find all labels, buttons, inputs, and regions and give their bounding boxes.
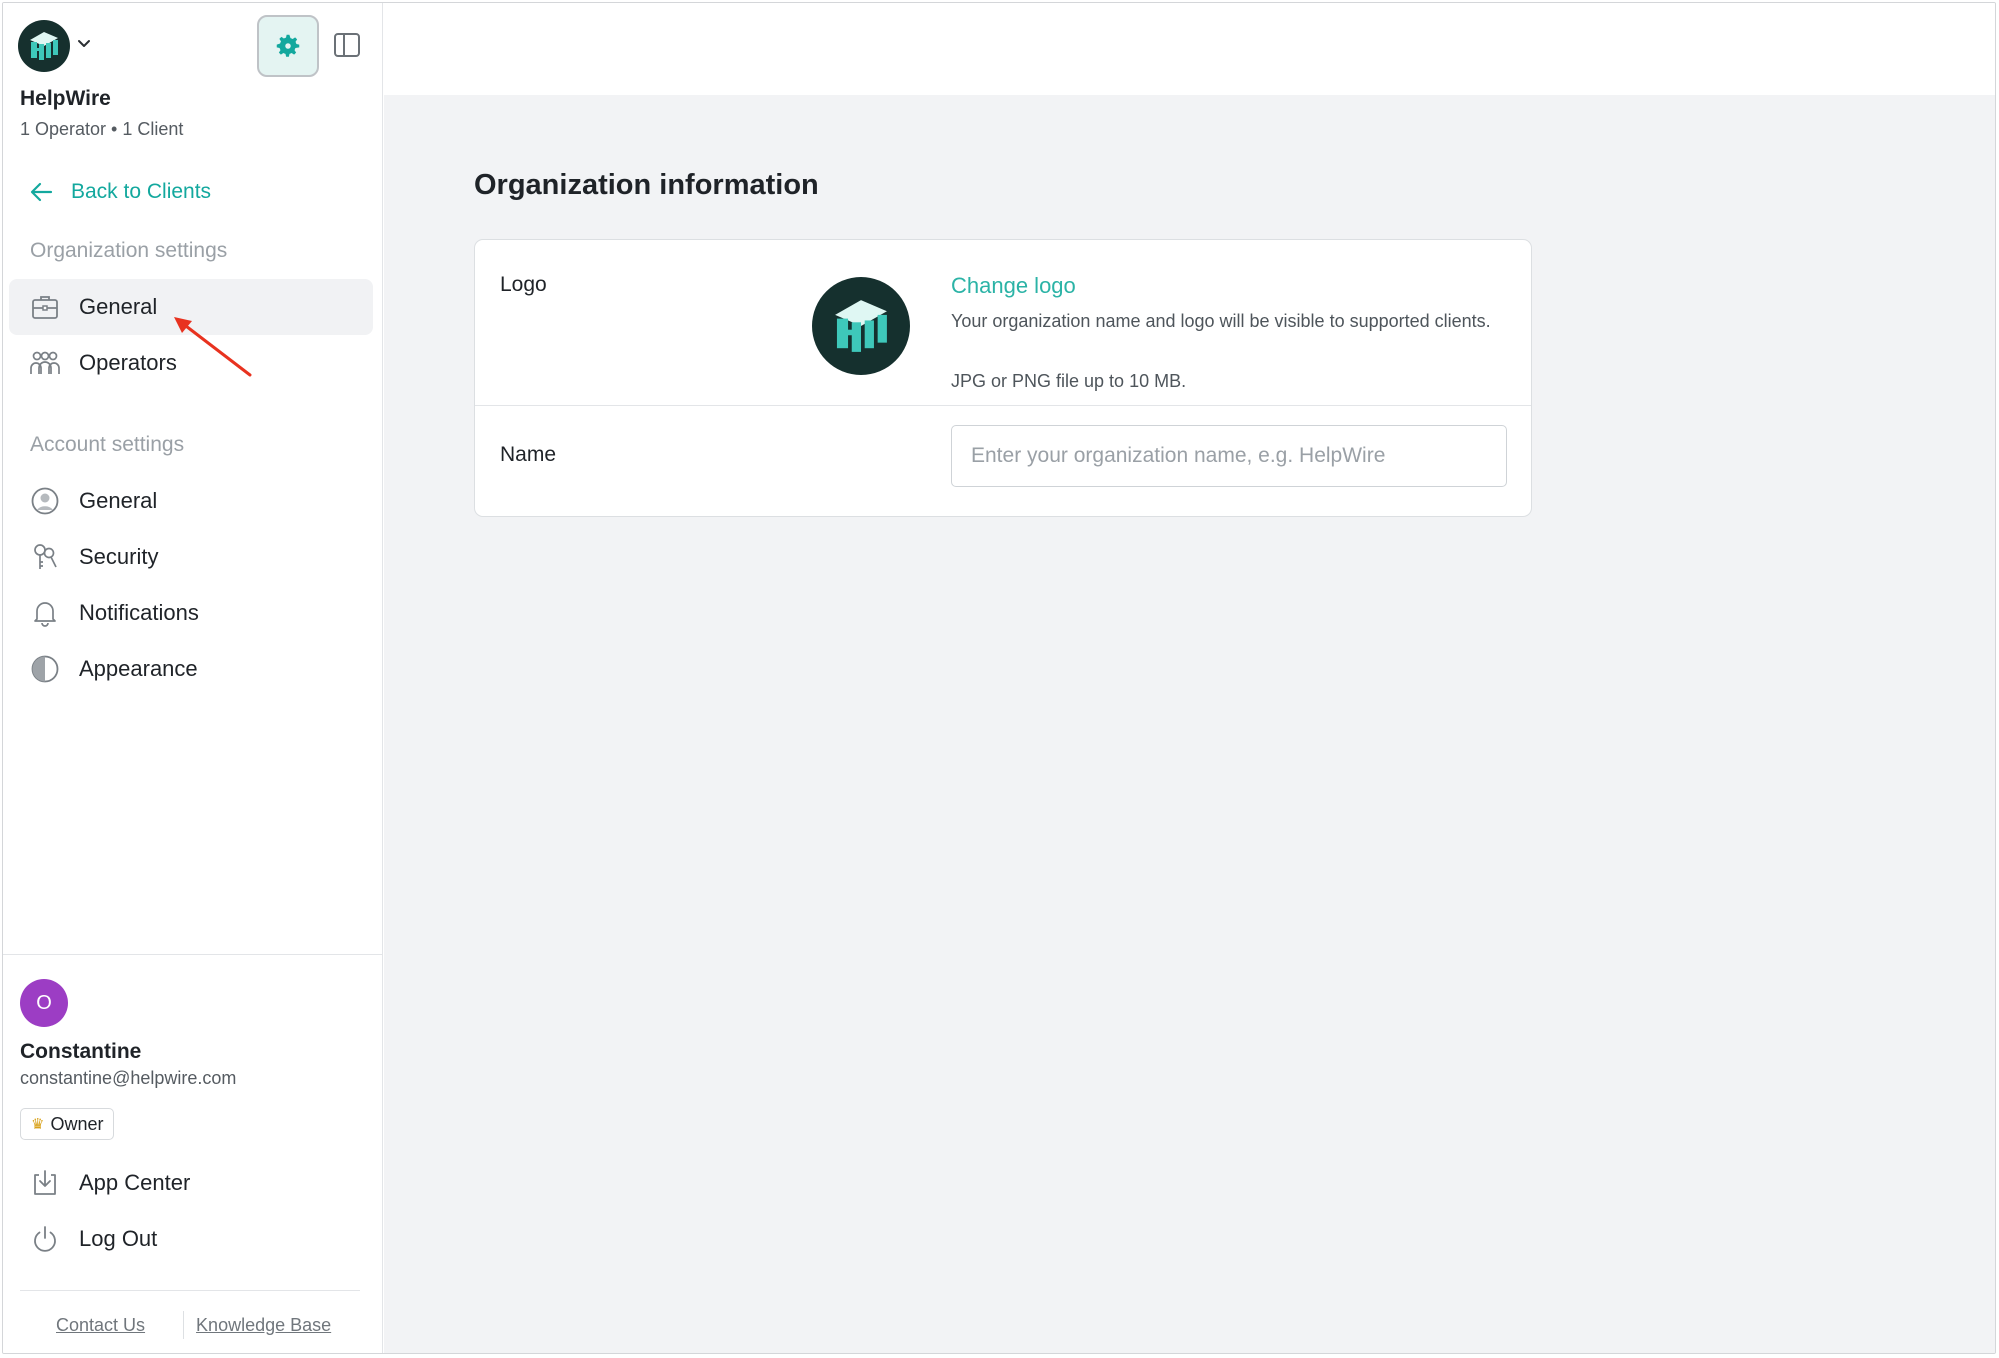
chevron-down-icon[interactable]: [75, 35, 93, 53]
download-icon: [29, 1167, 61, 1199]
users-icon: [29, 347, 61, 379]
page-title: Organization information: [474, 169, 819, 201]
org-settings-heading: Organization settings: [30, 239, 228, 262]
sidebar: HelpWire 1 Operator • 1 Client Back to C…: [3, 3, 383, 1353]
footer-links: Contact Us Knowledge Base: [3, 1311, 383, 1339]
user-name: Constantine: [20, 1040, 142, 1063]
back-link-label: Back to Clients: [71, 180, 212, 203]
nav-account-notifications[interactable]: Notifications: [9, 585, 373, 641]
org-meta: 1 Operator • 1 Client: [20, 119, 184, 139]
keys-icon: [29, 541, 61, 573]
annotation-arrow-icon: [174, 317, 252, 377]
change-logo-link[interactable]: Change logo: [951, 273, 1076, 299]
main-content: Organization information Logo Change log…: [384, 95, 1995, 1353]
briefcase-icon: [29, 291, 61, 323]
nav-account-appearance[interactable]: Appearance: [9, 641, 373, 697]
contact-us-link[interactable]: Contact Us: [56, 1315, 145, 1336]
role-badge: ♛ Owner: [20, 1108, 115, 1140]
gear-icon: [276, 34, 300, 57]
knowledge-base-link[interactable]: Knowledge Base: [196, 1315, 331, 1336]
app-center-link[interactable]: App Center: [29, 1167, 190, 1199]
sidebar-user-section: O Constantine constantine@helpwire.com ♛…: [3, 954, 383, 1353]
row-divider: [475, 405, 1531, 406]
helpwire-logo-icon: [30, 32, 58, 60]
top-bar: [384, 3, 1995, 95]
avatar[interactable]: O: [20, 979, 68, 1027]
bell-icon: [29, 597, 61, 629]
arrow-left-icon: [30, 182, 53, 202]
org-logo-preview[interactable]: [812, 277, 910, 375]
nav-account-security-label: Security: [79, 544, 159, 569]
org-name: HelpWire: [20, 87, 111, 110]
sidebar-panel-icon: [334, 33, 360, 57]
user-email: constantine@helpwire.com: [20, 1068, 237, 1088]
settings-button[interactable]: [257, 15, 319, 77]
helpwire-logo-icon: [835, 300, 887, 352]
org-logo[interactable]: [18, 20, 70, 72]
nav-org-general-label: General: [79, 294, 158, 319]
nav-account-general[interactable]: General: [9, 473, 373, 529]
toggle-sidebar-button[interactable]: [331, 29, 363, 61]
crown-icon: ♛: [31, 1116, 45, 1133]
nav-org-operators-label: Operators: [79, 350, 177, 375]
app-window: HelpWire 1 Operator • 1 Client Back to C…: [2, 2, 1996, 1354]
account-settings-heading: Account settings: [30, 433, 185, 456]
nav-account-appearance-label: Appearance: [79, 656, 198, 681]
log-out-label: Log Out: [79, 1226, 158, 1251]
org-name-input[interactable]: [951, 425, 1507, 487]
logo-description: Your organization name and logo will be …: [951, 311, 1491, 331]
nav-account-general-label: General: [79, 488, 158, 513]
role-label: Owner: [50, 1113, 104, 1134]
footer-separator: [183, 1311, 185, 1339]
nav-account-security[interactable]: Security: [9, 529, 373, 585]
name-row-label: Name: [500, 443, 557, 466]
power-icon: [29, 1223, 61, 1255]
org-info-card: Logo Change logo Your organization name …: [474, 239, 1532, 517]
nav-account-notifications-label: Notifications: [79, 600, 199, 625]
logo-file-hint: JPG or PNG file up to 10 MB.: [951, 371, 1187, 391]
log-out-link[interactable]: Log Out: [29, 1223, 157, 1255]
half-circle-icon: [29, 653, 61, 685]
app-center-label: App Center: [79, 1170, 191, 1195]
user-circle-icon: [29, 485, 61, 517]
back-to-clients-link[interactable]: Back to Clients: [29, 179, 211, 205]
logo-row-label: Logo: [500, 273, 547, 296]
footer-divider: [20, 1290, 360, 1291]
